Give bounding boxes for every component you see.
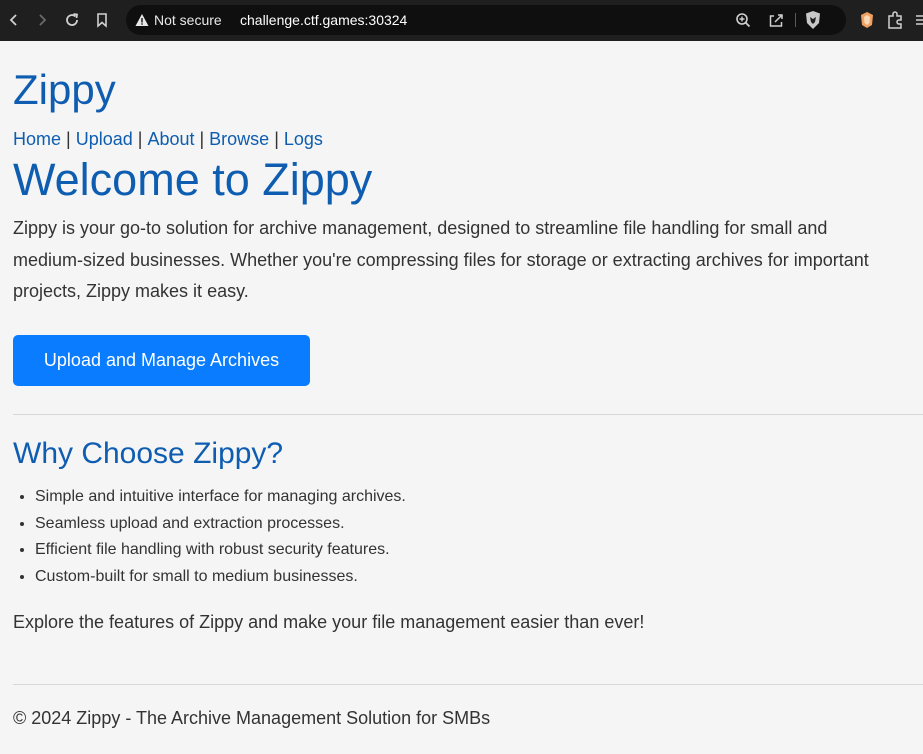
feature-list: Simple and intuitive interface for manag… <box>35 484 406 591</box>
nav-link-home[interactable]: Home <box>13 129 61 149</box>
warning-icon <box>135 14 149 26</box>
nav-link-about[interactable]: About <box>147 129 194 149</box>
nav-separator: | <box>199 129 205 149</box>
nav-separator: | <box>66 129 71 149</box>
share-icon[interactable] <box>768 12 784 28</box>
list-item: Custom-built for small to medium busines… <box>35 564 406 591</box>
forward-button[interactable] <box>30 8 54 32</box>
footer-divider <box>13 684 923 685</box>
section-divider <box>13 414 923 415</box>
nav-link-browse[interactable]: Browse <box>209 129 269 149</box>
browser-toolbar: Not secure challenge.ctf.games:30324 <box>0 0 923 41</box>
hero-title: Welcome to Zippy <box>13 154 373 205</box>
address-bar[interactable]: Not secure challenge.ctf.games:30324 <box>126 5 846 35</box>
url-text[interactable]: challenge.ctf.games:30324 <box>240 12 407 28</box>
intro-paragraph: Zippy is your go-to solution for archive… <box>13 218 869 301</box>
address-separator <box>795 13 796 27</box>
menu-icon[interactable] <box>914 10 923 30</box>
page-content: Zippy Home | Upload | About | Browse | Logs Welc… <box>0 41 923 754</box>
nav-link-logs[interactable]: Logs <box>284 129 323 149</box>
zoom-icon[interactable] <box>735 12 751 28</box>
reload-button[interactable] <box>60 8 84 32</box>
site-title: Zippy <box>13 66 116 113</box>
nav-separator: | <box>274 129 279 149</box>
list-item: Seamless upload and extraction processes… <box>35 511 406 538</box>
brave-rewards-icon[interactable] <box>858 10 876 30</box>
security-label[interactable]: Not secure <box>154 12 222 28</box>
footer-text: © 2024 Zippy - The Archive Management So… <box>13 708 491 728</box>
bookmark-icon <box>97 13 107 28</box>
list-item: Simple and intuitive interface for manag… <box>35 484 406 511</box>
why-title: Why Choose Zippy? <box>13 437 284 470</box>
reload-icon <box>66 13 79 26</box>
nav-separator: | <box>137 129 143 149</box>
chevron-left-icon <box>9 14 17 26</box>
nav-link-upload[interactable]: Upload <box>76 129 133 149</box>
brave-shield-icon[interactable] <box>804 10 822 30</box>
upload-manage-button[interactable]: Upload and Manage Archives <box>13 335 310 386</box>
back-button[interactable] <box>2 8 26 32</box>
list-item: Efficient file handling with robust secu… <box>35 537 406 564</box>
extensions-icon[interactable] <box>886 10 904 30</box>
chevron-right-icon <box>39 14 47 26</box>
main-nav: Home | Upload | About | Browse | Logs <box>13 129 323 149</box>
explore-text: Explore the features of Zippy and make y… <box>13 612 645 632</box>
bookmark-button[interactable] <box>90 8 114 32</box>
